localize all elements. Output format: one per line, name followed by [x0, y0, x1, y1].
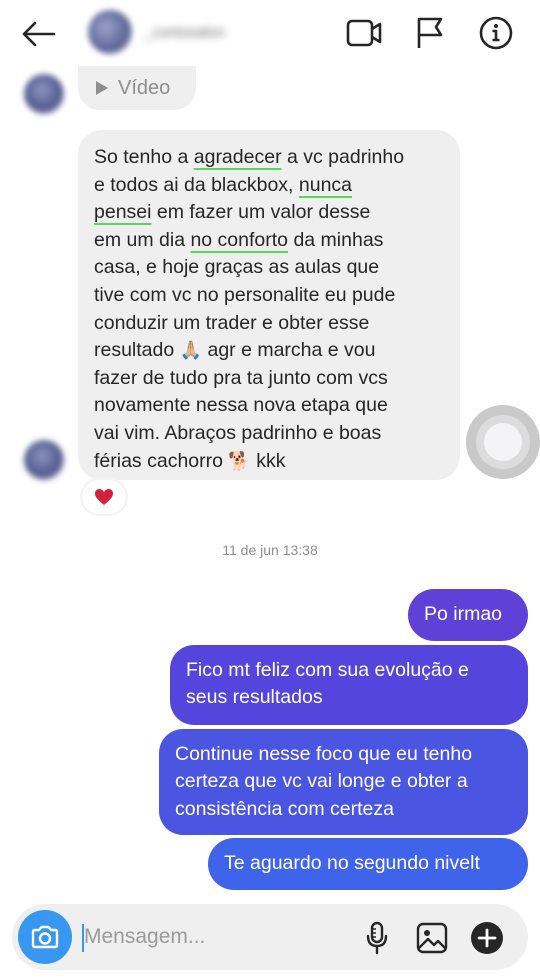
message-line: casa, e hoje graças as aulas que — [94, 256, 380, 279]
message-line: novamente nessa nova etapa que — [94, 394, 388, 417]
video-call-icon — [346, 19, 382, 47]
message-line: Po irmao — [424, 603, 503, 625]
message-line: Fico mt feliz com sua evolução e — [186, 659, 469, 681]
chat-header: _contosalon — [0, 0, 540, 66]
message-line: seus resultados — [186, 686, 323, 709]
message-line: Continue nesse foco que eu tenho — [175, 743, 473, 765]
outgoing-message-bubble[interactable]: Fico mt feliz com sua evolução e seus re… — [170, 645, 528, 725]
message-line: pensei em fazer um valor desse — [94, 201, 371, 224]
sender-avatar[interactable] — [24, 74, 64, 114]
heart-icon — [95, 489, 113, 505]
more-options-button[interactable] — [470, 921, 504, 955]
video-label: Vídeo — [118, 76, 171, 99]
message-line: vai vim. Abraços padrinho e boas — [94, 421, 382, 444]
video-attachment[interactable]: Vídeo — [78, 66, 196, 110]
play-icon — [96, 81, 108, 95]
back-button[interactable] — [20, 18, 56, 50]
praying-hands-emoji: 🙏🏼 — [179, 340, 203, 362]
heart-reaction[interactable] — [82, 480, 126, 514]
message-input[interactable] — [84, 922, 324, 952]
gallery-button[interactable] — [415, 921, 449, 955]
message-line: tive com vc no personalite eu pude — [94, 283, 396, 306]
message-line: Te aguardo no segundo nivelt — [224, 852, 480, 874]
floating-assistive-button[interactable] — [466, 405, 540, 479]
info-button[interactable] — [476, 14, 516, 52]
message-line: e todos ai da blackbox, nunca — [94, 173, 353, 196]
camera-icon — [31, 925, 59, 949]
video-call-button[interactable] — [344, 14, 384, 52]
outgoing-message-bubble[interactable]: Po irmao — [408, 589, 528, 641]
info-icon — [479, 16, 513, 50]
message-timestamp: 11 de jun 13:38 — [222, 542, 318, 558]
sender-avatar[interactable] — [24, 440, 64, 480]
back-arrow-icon — [22, 21, 56, 47]
message-line: consistência com certeza — [175, 797, 394, 820]
message-line: fazer de tudo pra ta junto com vcs — [94, 366, 388, 389]
message-composer — [12, 904, 528, 970]
microphone-icon — [366, 921, 388, 955]
gallery-icon — [416, 922, 448, 954]
contact-name[interactable]: _contosalon — [144, 24, 284, 42]
plus-icon — [471, 922, 503, 954]
message-line: resultado 🙏🏼 agr e marcha e vou — [94, 339, 376, 362]
message-line: certeza que vc vai longe e obter a — [175, 770, 468, 793]
outgoing-message-bubble[interactable]: Te aguardo no segundo nivelt — [208, 838, 528, 890]
message-line: So tenho a agradecer a vc padrinho — [94, 146, 405, 168]
message-line: conduzir um trader e obter esse — [94, 311, 370, 334]
incoming-message-bubble[interactable]: So tenho a agradecer a vc padrinho e tod… — [78, 130, 460, 480]
message-line: em um dia no conforto da minhas — [94, 228, 384, 251]
report-flag-button[interactable] — [410, 14, 450, 52]
message-line: férias cachorro 🐕 kkk — [94, 449, 286, 472]
flag-icon — [417, 17, 443, 48]
contact-avatar[interactable] — [88, 10, 132, 54]
dog-emoji: 🐕 — [228, 450, 251, 472]
camera-button[interactable] — [18, 910, 72, 964]
voice-message-button[interactable] — [360, 921, 394, 955]
outgoing-message-bubble[interactable]: Continue nesse foco que eu tenho certeza… — [159, 729, 528, 835]
